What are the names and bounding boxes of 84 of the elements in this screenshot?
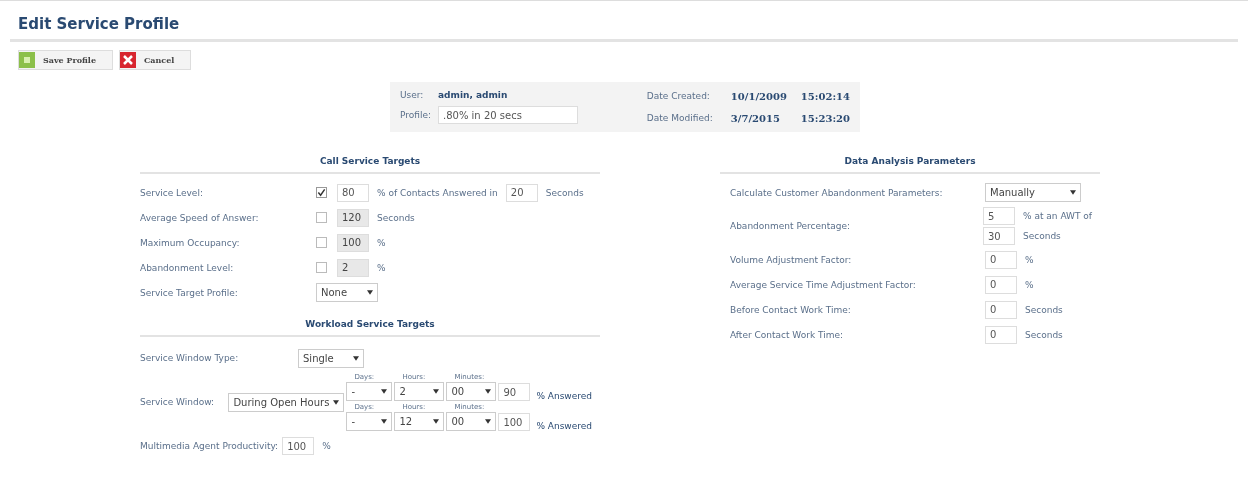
section-title: Workload Service Targets: [304, 319, 436, 331]
unit-label: %: [377, 237, 386, 248]
caret-icon: [353, 355, 359, 361]
unit-label: %: [322, 441, 331, 451]
percent-field[interactable]: 90: [498, 383, 531, 401]
field-label: Abandonment Percentage:: [730, 221, 852, 231]
percent-field[interactable]: 100: [498, 413, 531, 431]
caret-icon: [485, 419, 492, 424]
number-field[interactable]: 0: [985, 275, 1017, 294]
caret-icon: [333, 399, 340, 405]
number-field[interactable]: 2: [337, 258, 369, 277]
unit-label: % at an AWT of: [1023, 211, 1092, 221]
days-dropdown[interactable]: -: [346, 412, 393, 431]
caret-icon: [433, 419, 440, 424]
unit-label: Seconds: [1025, 329, 1063, 340]
checkbox[interactable]: [316, 262, 327, 273]
hours-dropdown[interactable]: 2: [394, 382, 445, 401]
number-field[interactable]: 30: [983, 227, 1015, 245]
caret-icon: [367, 290, 373, 295]
field-label: Abandonment Level:: [140, 262, 235, 273]
caret-icon: [381, 419, 388, 424]
profile-name-field[interactable]: .80% in 20 secs: [438, 106, 578, 124]
field-label: Volume Adjustment Factor:: [730, 254, 853, 265]
caret-icon: [485, 389, 492, 394]
save-button[interactable]: Save Profile: [18, 50, 113, 70]
checkbox[interactable]: [316, 237, 327, 248]
time-value: 15:02:14: [800, 90, 850, 102]
field-label: Calculate Customer Abandonment Parameters:: [730, 187, 944, 198]
unit-label: %: [377, 262, 386, 273]
date-value: 10/1/2009: [730, 90, 788, 102]
field-label: Service Level:: [140, 187, 204, 198]
field-label: Service Window Type:: [140, 353, 240, 363]
user-name: admin, admin: [438, 90, 509, 100]
unit-label: %: [1025, 279, 1034, 290]
number-field[interactable]: 0: [985, 325, 1017, 344]
field-label: Date Created:: [646, 91, 711, 101]
number-field[interactable]: 100: [337, 233, 369, 252]
field-label: Profile:: [400, 110, 433, 120]
number-field[interactable]: 0: [985, 300, 1017, 319]
unit-label: Seconds: [377, 212, 415, 223]
field-label: User:: [400, 90, 425, 100]
field-label: Average Speed of Answer:: [140, 212, 260, 223]
field-label: Maximum Occupancy:: [140, 237, 241, 248]
save-icon: [19, 52, 35, 68]
unit-label: % Answered: [536, 391, 592, 401]
field-label: Date Modified:: [646, 113, 714, 123]
unit-label: Seconds: [1023, 231, 1061, 241]
field-label: Multimedia Agent Productivity:: [140, 441, 279, 451]
caret-icon: [433, 389, 440, 394]
number-field[interactable]: 20: [505, 183, 538, 202]
cancel-button[interactable]: Cancel: [119, 50, 192, 70]
number-field[interactable]: 80: [337, 183, 369, 202]
unit-label: %: [1025, 254, 1034, 265]
service-window-dropdown[interactable]: During Open Hours: [228, 392, 345, 412]
caret-icon: [1070, 190, 1076, 195]
number-field[interactable]: 5: [983, 207, 1015, 225]
minutes-dropdown[interactable]: 00: [446, 412, 497, 431]
unit-label: % of Contacts Answered in: [377, 187, 498, 198]
days-dropdown[interactable]: -: [346, 382, 393, 401]
hours-dropdown[interactable]: 12: [394, 412, 445, 431]
section-title: Data Analysis Parameters: [843, 156, 977, 168]
close-icon: [120, 52, 136, 68]
profile-dropdown[interactable]: None: [316, 283, 378, 302]
number-field[interactable]: 120: [337, 208, 369, 227]
minutes-dropdown[interactable]: 00: [446, 382, 497, 401]
time-value: 15:23:20: [800, 112, 850, 124]
unit-label: Seconds: [545, 187, 584, 198]
checkbox[interactable]: [316, 187, 327, 198]
field-label: Service Target Profile:: [140, 287, 239, 298]
field-label: Service Window:: [140, 397, 216, 407]
unit-label: Seconds: [1025, 304, 1063, 315]
section-title: Call Service Targets: [318, 156, 422, 168]
field-label: Average Service Time Adjustment Factor:: [730, 279, 917, 290]
checkbox[interactable]: [316, 212, 327, 223]
page-title: Edit Service Profile: [17, 14, 181, 35]
calculation-dropdown[interactable]: Manually: [985, 183, 1081, 202]
window-type-dropdown[interactable]: Single: [298, 348, 364, 368]
date-value: 3/7/2015: [730, 112, 781, 124]
number-field[interactable]: 100: [282, 437, 315, 455]
number-field[interactable]: 0: [985, 250, 1017, 269]
caret-icon: [381, 389, 388, 394]
field-label: Before Contact Work Time:: [730, 304, 852, 315]
unit-label: % Answered: [536, 421, 592, 431]
field-label: After Contact Work Time:: [730, 329, 845, 340]
